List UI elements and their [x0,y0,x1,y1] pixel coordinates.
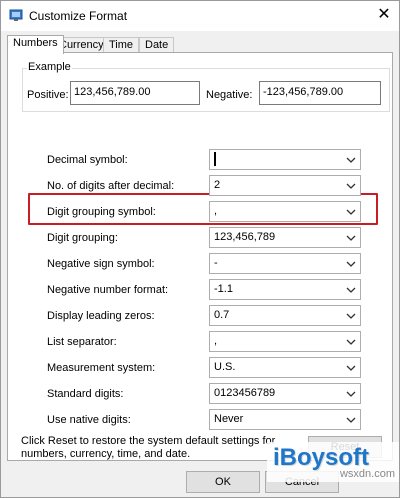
decimal-symbol-label: Decimal symbol: [47,154,128,166]
tab-time[interactable]: Time [103,37,140,53]
chevron-down-icon [346,183,356,189]
reset-note-line-2: numbers, currency, time, and date. [21,448,191,460]
reset-button[interactable]: Reset [308,436,382,458]
positive-label: Positive: [27,89,69,101]
negative-sign-symbol-label: Negative sign symbol: [47,258,155,270]
text-caret [214,152,216,166]
digit-grouping-label: Digit grouping: [47,232,118,244]
example-group-label: Example [27,61,72,73]
chevron-down-icon [346,313,356,319]
chevron-down-icon [346,235,356,241]
standard-digits-value: 0123456789 [214,387,276,399]
measurement-system-label: Measurement system: [47,362,156,374]
measurement-system-value: U.S. [214,361,236,373]
measurement-system-select[interactable]: U.S. [209,357,361,378]
negative-number-format-select[interactable]: -1.1 [209,279,361,300]
control-panel-icon [9,8,23,22]
use-native-digits-value: Never [214,413,244,425]
digit-grouping-select[interactable]: 123,456,789 [209,227,361,248]
chevron-down-icon [346,391,356,397]
negative-number-format-value: -1.1 [214,283,233,295]
list-separator-value: , [214,335,218,347]
chevron-down-icon [346,365,356,371]
chevron-down-icon [346,157,356,163]
decimal-symbol-select[interactable] [209,149,361,170]
negative-example-field: -123,456,789.00 [259,81,381,105]
cancel-button[interactable]: Cancel [265,471,339,493]
reset-note: Click Reset to restore the system defaul… [21,435,275,461]
example-group: Example Positive: 123,456,789.00 Negativ… [22,61,390,112]
negative-label: Negative: [206,89,253,101]
digit-grouping-value: 123,456,789 [214,231,276,243]
watermark-site: wsxdn.com [339,468,395,480]
digit-grouping-symbol-label: Digit grouping symbol: [47,206,156,218]
chevron-down-icon [346,287,356,293]
customize-format-dialog: Customize Format ✕ Numbers Currency Time… [0,0,400,498]
display-leading-zeros-value: 0.7 [214,309,230,321]
chevron-down-icon [346,339,356,345]
close-button[interactable]: ✕ [371,3,397,27]
ok-button[interactable]: OK [186,471,260,493]
positive-example-field: 123,456,789.00 [70,81,200,105]
tab-numbers[interactable]: Numbers [7,35,64,54]
digits-after-decimal-label: No. of digits after decimal: [47,180,175,192]
digits-after-decimal-select[interactable]: 2 [209,175,361,196]
use-native-digits-select[interactable]: Never [209,409,361,430]
standard-digits-label: Standard digits: [47,388,124,400]
chevron-down-icon [346,209,356,215]
negative-number-format-label: Negative number format: [47,284,169,296]
digit-grouping-symbol-select[interactable]: , [209,201,361,222]
display-leading-zeros-label: Display leading zeros: [47,310,155,322]
use-native-digits-label: Use native digits: [47,414,131,426]
negative-sign-symbol-select[interactable]: - [209,253,361,274]
numbers-panel: Example Positive: 123,456,789.00 Negativ… [7,52,393,461]
list-separator-label: List separator: [47,336,117,348]
window-title: Customize Format [29,9,128,23]
display-leading-zeros-select[interactable]: 0.7 [209,305,361,326]
title-bar[interactable]: Customize Format ✕ [1,1,399,31]
chevron-down-icon [346,417,356,423]
list-separator-select[interactable]: , [209,331,361,352]
digits-after-decimal-value: 2 [214,179,221,191]
chevron-down-icon [346,261,356,267]
negative-sign-symbol-value: - [214,257,218,269]
tab-date[interactable]: Date [139,37,175,53]
standard-digits-select[interactable]: 0123456789 [209,383,361,404]
reset-note-line-1: Click Reset to restore the system defaul… [21,435,276,447]
digit-grouping-symbol-value: , [214,205,218,217]
